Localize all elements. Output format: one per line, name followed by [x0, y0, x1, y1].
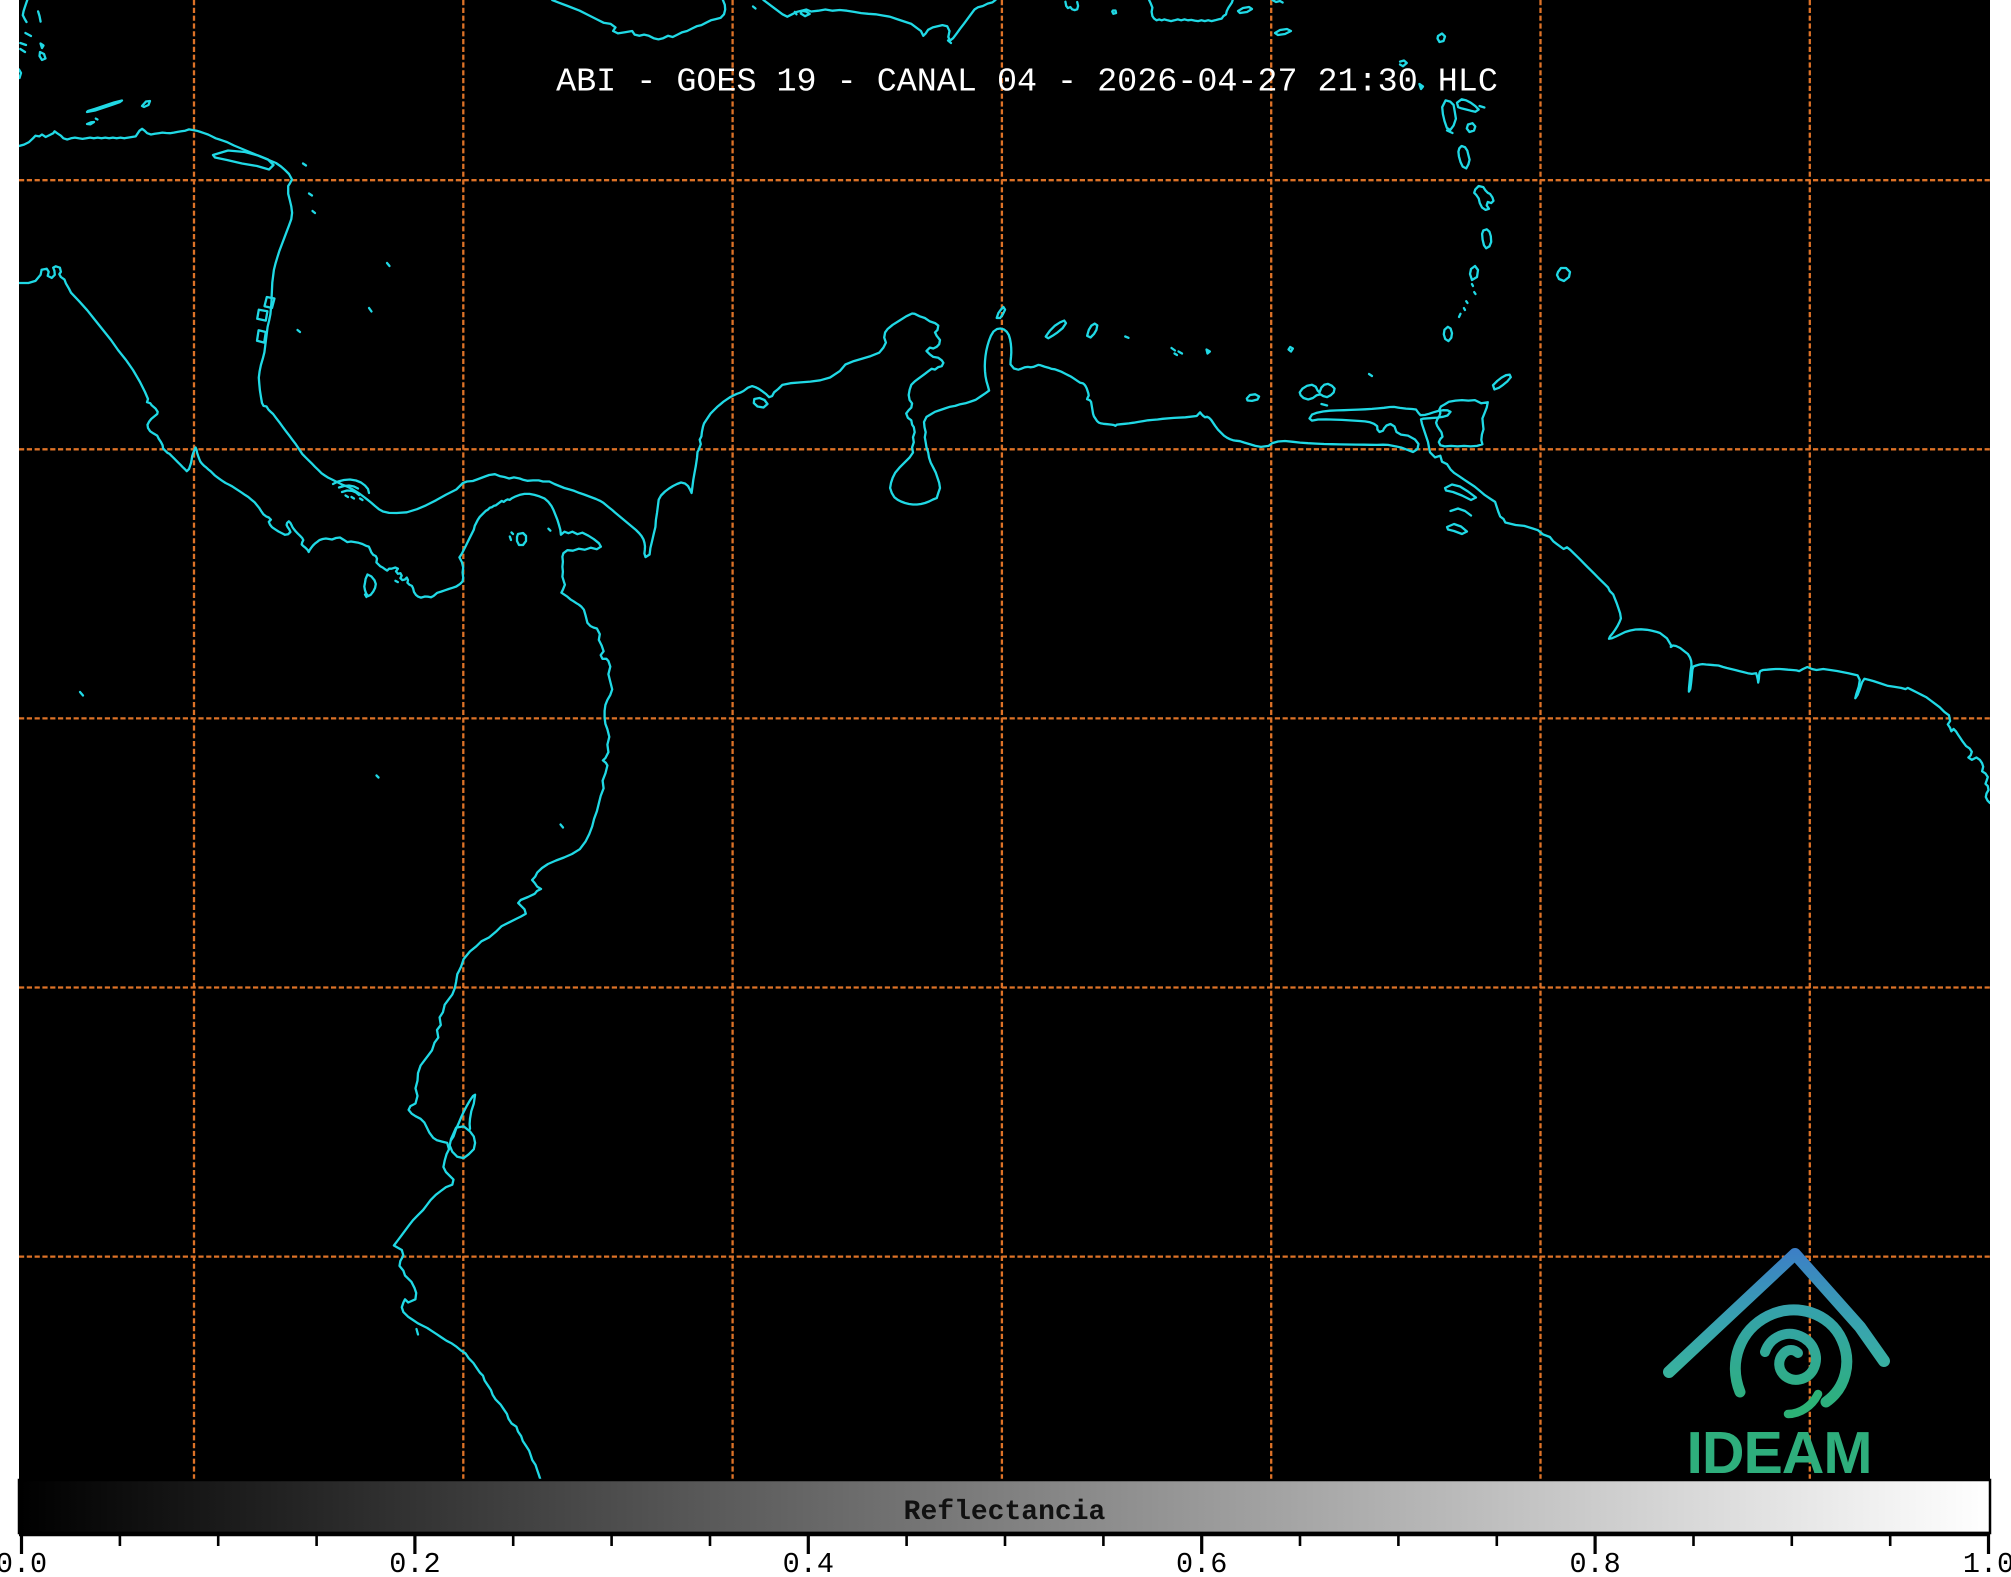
- svg-text:1.0: 1.0: [1963, 1548, 2011, 1577]
- svg-text:0.2: 0.2: [389, 1548, 440, 1577]
- svg-text:Reflectancia: Reflectancia: [904, 1497, 1106, 1528]
- svg-text:0.8: 0.8: [1569, 1548, 1620, 1577]
- svg-text:0.6: 0.6: [1176, 1548, 1227, 1577]
- svg-text:0.4: 0.4: [783, 1548, 834, 1577]
- svg-text:0.0: 0.0: [0, 1548, 47, 1577]
